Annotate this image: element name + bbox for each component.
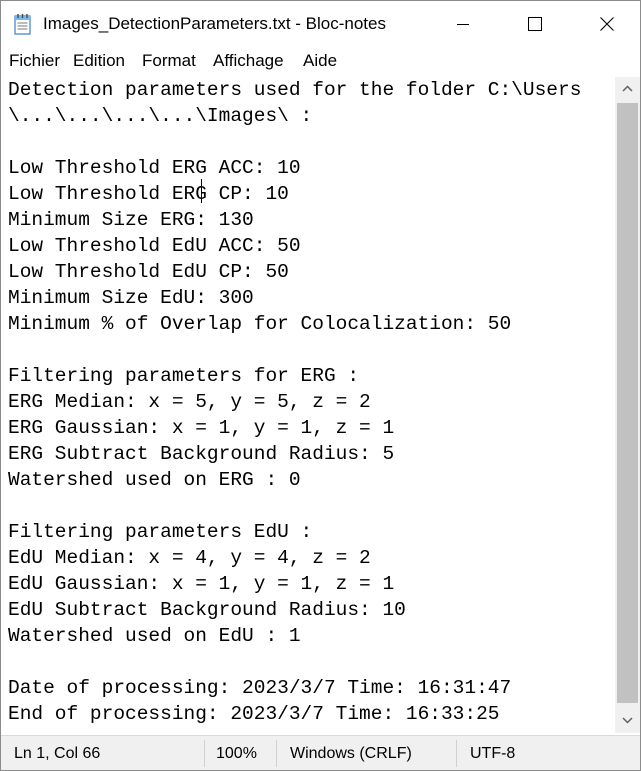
title-bar[interactable]: Images_DetectionParameters.txt - Bloc-no… xyxy=(1,1,640,47)
text-line: Watershed used on EdU : 1 xyxy=(8,625,301,647)
minimize-button[interactable] xyxy=(440,1,486,47)
text-line: ERG Median: x = 5, y = 5, z = 2 xyxy=(8,391,371,413)
menu-affichage[interactable]: Affichage xyxy=(213,51,284,71)
close-icon xyxy=(600,17,614,31)
text-line: ERG Subtract Background Radius: 5 xyxy=(8,443,395,465)
minimize-icon xyxy=(457,24,469,25)
chevron-up-icon xyxy=(622,85,633,92)
maximize-icon xyxy=(528,17,542,31)
text-line: Minimum Size ERG: 130 xyxy=(8,209,254,231)
menu-edition[interactable]: Edition xyxy=(73,51,125,71)
text-line: ERG Gaussian: x = 1, y = 1, z = 1 xyxy=(8,417,395,439)
text-line: End of processing: 2023/3/7 Time: 16:33:… xyxy=(8,703,500,725)
window-title: Images_DetectionParameters.txt - Bloc-no… xyxy=(43,14,386,33)
maximize-button[interactable] xyxy=(512,1,558,47)
text-line: Filtering parameters for ERG : xyxy=(8,365,360,387)
notepad-window: Images_DetectionParameters.txt - Bloc-no… xyxy=(0,0,641,771)
notepad-icon xyxy=(14,13,32,35)
text-line: Low Threshold ERG CP: 10 xyxy=(8,183,289,205)
scroll-down-button[interactable] xyxy=(615,709,640,733)
menu-bar: Fichier Edition Format Affichage Aide xyxy=(1,49,640,73)
text-line: Filtering parameters EdU : xyxy=(8,521,313,543)
text-line: \...\...\...\...\Images\ : xyxy=(8,105,313,127)
menu-format[interactable]: Format xyxy=(142,51,196,71)
text-editor[interactable]: Detection parameters used for the folder… xyxy=(1,77,615,733)
status-divider xyxy=(456,740,457,767)
line-endings: Windows (CRLF) xyxy=(290,745,412,762)
status-divider xyxy=(276,740,277,767)
text-line: Watershed used on ERG : 0 xyxy=(8,469,301,491)
menu-aide[interactable]: Aide xyxy=(303,51,337,71)
text-encoding: UTF-8 xyxy=(470,745,516,762)
text-line: Low Threshold EdU CP: 50 xyxy=(8,261,289,283)
text-line: Detection parameters used for the folder… xyxy=(8,79,582,101)
text-line: EdU Median: x = 4, y = 4, z = 2 xyxy=(8,547,371,569)
text-line: Minimum % of Overlap for Colocalization:… xyxy=(8,313,512,335)
text-line: Low Threshold EdU ACC: 50 xyxy=(8,235,301,257)
text-line: EdU Gaussian: x = 1, y = 1, z = 1 xyxy=(8,573,395,595)
cursor-position: Ln 1, Col 66 xyxy=(14,745,101,762)
zoom-level: 100% xyxy=(216,745,257,762)
vertical-scrollbar[interactable] xyxy=(615,77,640,733)
close-button[interactable] xyxy=(584,1,630,47)
text-caret xyxy=(201,179,202,203)
text-line: Low Threshold ERG ACC: 10 xyxy=(8,157,301,179)
text-line: Date of processing: 2023/3/7 Time: 16:31… xyxy=(8,677,512,699)
text-line: Minimum Size EdU: 300 xyxy=(8,287,254,309)
menu-fichier[interactable]: Fichier xyxy=(9,51,60,71)
status-bar: Ln 1, Col 66 100% Windows (CRLF) UTF-8 xyxy=(1,735,640,770)
scroll-up-button[interactable] xyxy=(615,77,640,101)
status-divider xyxy=(204,740,205,767)
chevron-down-icon xyxy=(622,717,633,724)
text-line: EdU Subtract Background Radius: 10 xyxy=(8,599,406,621)
scroll-thumb[interactable] xyxy=(617,103,638,703)
